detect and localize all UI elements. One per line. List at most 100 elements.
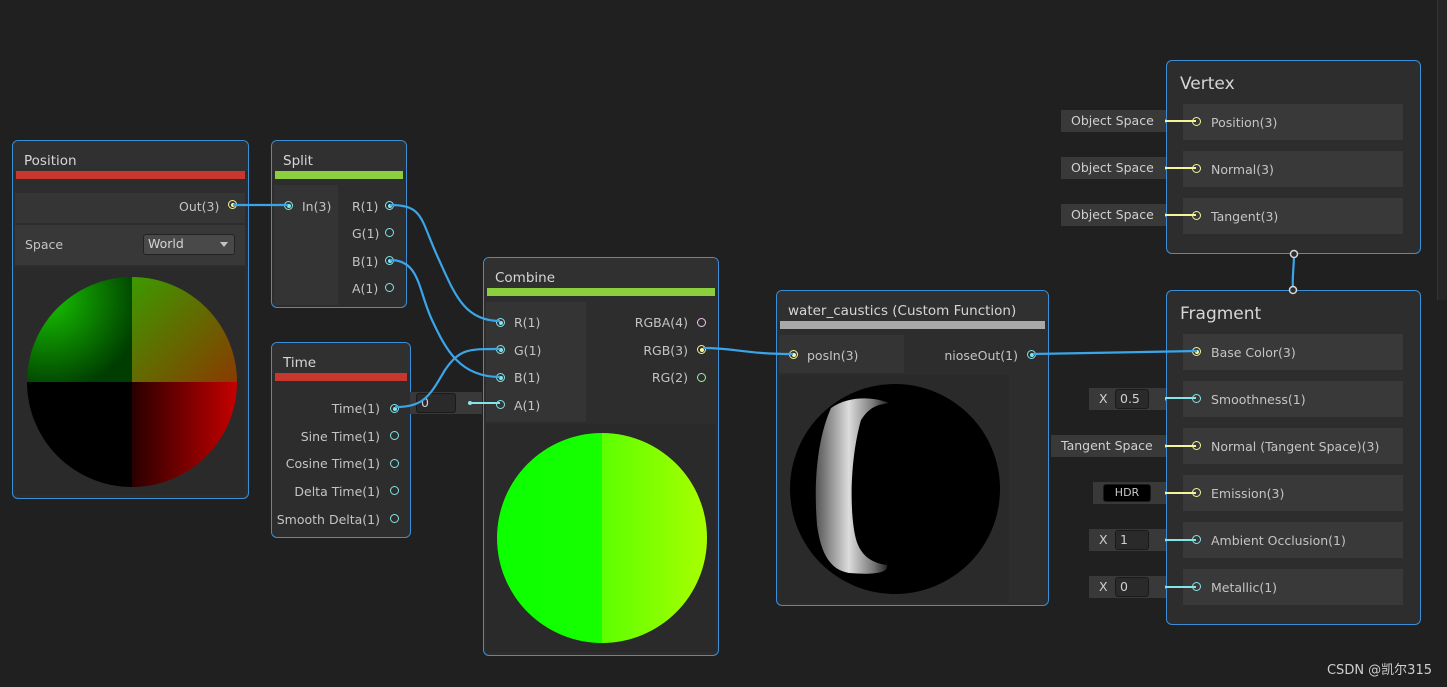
output-rg-port[interactable] [697,373,706,382]
output-nioseout-port[interactable] [1027,350,1036,359]
input-r-port[interactable] [496,318,505,327]
node-title: water_caustics (Custom Function) [777,291,1048,321]
space-dropdown-value: World [148,236,184,251]
slot-base-color-port[interactable] [1192,347,1201,356]
node-type-bar [16,171,245,179]
tangent-space-input[interactable]: Object Space [1061,204,1177,226]
position-preview-sphere [27,277,237,487]
output-cosine-time-label: Cosine Time(1) [285,456,380,471]
slot-base-color[interactable]: Base Color(3) [1183,334,1403,370]
vertex-context[interactable]: Vertex Position(3) Normal(3) Tangent(3) [1166,60,1421,254]
combine-a-default-field[interactable]: 0 [416,393,456,413]
slot-metallic[interactable]: Metallic(1) [1183,569,1403,605]
metallic-value-field[interactable]: 0 [1115,577,1149,597]
preview-panel [779,375,1009,603]
slot-metallic-port[interactable] [1192,582,1201,591]
output-time-port[interactable] [390,404,399,413]
combine-a-default-dot [468,401,472,405]
slot-tangent-port[interactable] [1192,211,1201,220]
slot-normal-tangent-port[interactable] [1192,441,1201,450]
output-r-port[interactable] [385,201,394,210]
slot-position-port[interactable] [1192,117,1201,126]
output-a-label: A(1) [352,281,379,296]
output-delta-time-port[interactable] [390,486,399,495]
slot-normal-tangent[interactable]: Normal (Tangent Space)(3) [1183,428,1403,464]
ambient-occlusion-input[interactable]: X 1 [1089,529,1177,551]
input-in-port[interactable] [284,201,293,210]
output-b-port[interactable] [385,256,394,265]
slot-position[interactable]: Position(3) [1183,104,1403,140]
output-smooth-delta-label: Smooth Delta(1) [276,512,380,527]
input-a-label: A(1) [514,398,541,413]
slot-smoothness-port[interactable] [1192,394,1201,403]
input-in-label: In(3) [302,199,332,214]
time-node[interactable]: Time Time(1) Sine Time(1) Cosine Time(1)… [271,342,411,538]
ao-value-field[interactable]: 1 [1115,530,1149,550]
emission-input[interactable]: HDR [1093,482,1177,504]
normal-space-input[interactable]: Object Space [1061,157,1177,179]
slot-ambient-occlusion-port[interactable] [1192,535,1201,544]
caustics-preview-sphere [790,384,1000,594]
position-space-input[interactable]: Object Space [1061,110,1177,132]
slot-tangent[interactable]: Tangent(3) [1183,198,1403,234]
output-out-label: Out(3) [179,199,220,214]
chevron-down-icon [220,242,228,247]
tangent-space-value: Object Space [1071,207,1154,222]
hdr-badge: HDR [1114,486,1140,499]
emission-color-swatch[interactable]: HDR [1103,484,1151,502]
smoothness-input[interactable]: X 0.5 [1089,388,1177,410]
slot-normal-port[interactable] [1192,164,1201,173]
output-r-label: R(1) [352,199,379,214]
slot-smoothness-label: Smoothness(1) [1211,392,1306,407]
output-g-port[interactable] [385,228,394,237]
slot-smoothness[interactable]: Smoothness(1) [1183,381,1403,417]
output-cosine-time-port[interactable] [390,459,399,468]
combine-a-default[interactable]: 0 [410,392,482,414]
metallic-x-label: X [1099,579,1108,594]
output-sine-time-port[interactable] [390,431,399,440]
normal-tangent-space-value: Tangent Space [1061,438,1153,453]
slot-normal-tangent-label: Normal (Tangent Space)(3) [1211,439,1380,454]
input-posin-port[interactable] [789,350,798,359]
slot-tangent-label: Tangent(3) [1211,209,1279,224]
output-rgb-label: RGB(3) [643,343,688,358]
node-type-bar [275,373,407,381]
split-node[interactable]: Split In(3) R(1) G(1) B(1) A(1) [271,140,407,308]
output-rgba-port[interactable] [697,318,706,327]
input-b-label: B(1) [514,370,541,385]
node-type-bar [275,171,403,179]
scrollbar[interactable] [1437,0,1447,300]
slot-emission-port[interactable] [1192,488,1201,497]
position-node[interactable]: Position Out(3) Space World [12,140,249,499]
output-out-port[interactable] [228,200,237,209]
output-rgba-label: RGBA(4) [634,315,688,330]
input-r-label: R(1) [514,315,541,330]
input-g-port[interactable] [496,345,505,354]
water-caustics-node[interactable]: water_caustics (Custom Function) posIn(3… [776,290,1049,606]
space-label: Space [25,237,64,252]
slot-ambient-occlusion[interactable]: Ambient Occlusion(1) [1183,522,1403,558]
input-b-port[interactable] [496,373,505,382]
slot-emission[interactable]: Emission(3) [1183,475,1403,511]
input-a-port[interactable] [496,400,505,409]
slot-position-label: Position(3) [1211,115,1278,130]
output-smooth-delta-port[interactable] [390,514,399,523]
output-a-port[interactable] [385,283,394,292]
normal-tangent-space-input[interactable]: Tangent Space [1051,435,1177,457]
slot-base-color-label: Base Color(3) [1211,345,1296,360]
output-time-label: Time(1) [331,401,380,416]
node-type-bar [780,321,1045,329]
input-posin-label: posIn(3) [807,348,859,363]
metallic-input[interactable]: X 0 [1089,576,1177,598]
output-rg-label: RG(2) [651,370,688,385]
output-b-label: B(1) [352,254,379,269]
slot-normal[interactable]: Normal(3) [1183,151,1403,187]
slot-metallic-label: Metallic(1) [1211,580,1278,595]
fragment-context[interactable]: Fragment Base Color(3) Smoothness(1) Nor… [1166,290,1421,625]
space-dropdown[interactable]: World [143,234,235,255]
combine-node[interactable]: Combine R(1) G(1) B(1) A(1) RGBA(4) RGB(… [483,257,719,656]
preview-panel [486,424,716,652]
output-rgb-port[interactable] [697,345,706,354]
smoothness-value-field[interactable]: 0.5 [1115,389,1149,409]
input-g-label: G(1) [514,343,542,358]
